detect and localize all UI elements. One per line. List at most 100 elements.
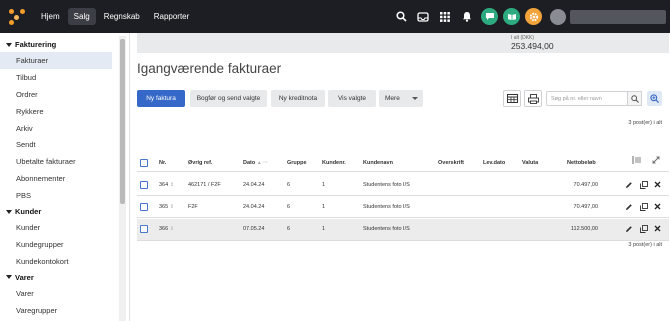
collapse-triangle-icon xyxy=(6,42,12,47)
sidebar-item-rykkere[interactable]: Rykkere xyxy=(0,103,112,120)
inbox-icon[interactable] xyxy=(415,9,431,25)
cell-dato: 07.05.24 xyxy=(243,226,265,232)
search-button[interactable] xyxy=(627,91,642,106)
collapse-triangle-icon xyxy=(6,209,12,214)
book-and-send-selected-button[interactable]: Bogfør og send valgte xyxy=(190,90,267,107)
sidebar-item-ubetalte-fakturaer[interactable]: Ubetalte fakturaer xyxy=(0,153,112,170)
sidebar-item-kundekontokort[interactable]: Kundekontokort xyxy=(0,253,112,270)
sidebar-section-varer[interactable]: Varer xyxy=(0,270,129,285)
new-invoice-button[interactable]: Ny faktura xyxy=(137,90,185,107)
sidebar-item-varegrupper[interactable]: Varegrupper xyxy=(0,302,112,319)
col-valuta[interactable]: Valuta xyxy=(522,160,538,166)
more-dropdown-button[interactable]: Mere xyxy=(379,90,423,107)
sort-asc-icon: ▲ ··· xyxy=(256,160,269,166)
copy-icon[interactable] xyxy=(639,224,648,233)
sidebar-scrollbar-thumb[interactable] xyxy=(120,39,125,204)
sidebar-item-abonnementer[interactable]: Abonnementer xyxy=(0,170,112,187)
sidebar-item-kundegrupper[interactable]: Kundegrupper xyxy=(0,236,112,253)
col-ovrig-ref[interactable]: Øvrig ref. xyxy=(188,160,212,166)
cell-ref: 462171 / F2F xyxy=(188,182,221,188)
cell-nettobelob: 70.497,00 xyxy=(573,182,598,188)
select-all-checkbox[interactable] xyxy=(140,159,148,167)
cell-kundenavn: Studentens foto I/S xyxy=(363,226,410,232)
table-row[interactable]: 364 ⇕ 462171 / F2F 24.04.24 6 1 Studente… xyxy=(137,175,669,195)
search-input[interactable]: Søg på nr. eller navn xyxy=(546,91,628,106)
row-checkbox[interactable] xyxy=(140,181,148,189)
avatar[interactable] xyxy=(550,8,566,25)
delete-icon[interactable] xyxy=(653,202,662,211)
bell-icon[interactable] xyxy=(459,9,475,25)
post-count-top: 3 post(er) i alt xyxy=(628,120,662,126)
main-nav: Hjem Salg Regnskab Rapporter xyxy=(35,8,195,25)
table-row[interactable]: 366 ⇕ 07.05.24 6 1 Studentens foto I/S 1… xyxy=(137,219,669,240)
edit-icon[interactable] xyxy=(624,224,633,233)
sidebar-section-fakturering[interactable]: Fakturering xyxy=(0,37,129,52)
sidebar-item-fakturaer[interactable]: Fakturaer xyxy=(0,52,112,69)
row-divider xyxy=(137,195,669,196)
nav-regnskab[interactable]: Regnskab xyxy=(98,8,146,25)
top-icon-group xyxy=(393,0,670,33)
main-content: I alt (DKK) 253.494,00 Igangværende fakt… xyxy=(130,33,670,321)
nav-salg[interactable]: Salg xyxy=(67,8,96,25)
user-name-redacted[interactable] xyxy=(570,9,666,24)
sidebar-item-ordrer[interactable]: Ordrer xyxy=(0,86,112,103)
gear-icon[interactable] xyxy=(525,8,542,25)
col-dato[interactable]: Dato ▲ ··· xyxy=(243,160,268,166)
cell-kundenavn: Studentens foto I/S xyxy=(363,182,410,188)
table-row[interactable]: 365 ⇕ F2F 24.04.24 6 1 Studentens foto I… xyxy=(137,197,669,217)
edit-icon[interactable] xyxy=(624,202,633,211)
row-checkbox[interactable] xyxy=(140,225,148,233)
new-credit-note-button[interactable]: Ny kreditnota xyxy=(271,90,325,107)
search-icon xyxy=(630,94,639,103)
cell-nettobelob: 112.500,00 xyxy=(570,226,598,232)
cell-dato: 24.04.24 xyxy=(243,204,265,210)
apps-grid-icon[interactable] xyxy=(437,9,453,25)
col-levdato[interactable]: Lev.dato xyxy=(483,160,505,166)
page-title: Igangværende fakturaer xyxy=(137,61,282,76)
sidebar-item-varer[interactable]: Varer xyxy=(0,285,112,302)
edit-icon[interactable] xyxy=(624,180,633,189)
col-overskrift[interactable]: Overskrift xyxy=(438,160,464,166)
more-label: Mere xyxy=(385,95,400,102)
delete-icon[interactable] xyxy=(653,224,662,233)
sidebar-item-sendt[interactable]: Sendt xyxy=(0,136,112,153)
chevron-down-icon xyxy=(411,97,418,100)
cell-ref: F2F xyxy=(188,204,198,210)
nav-rapporter[interactable]: Rapporter xyxy=(148,8,196,25)
row-checkbox[interactable] xyxy=(140,203,148,211)
delete-icon[interactable] xyxy=(653,180,662,189)
col-kundenavn[interactable]: Kundenavn xyxy=(363,160,393,166)
cell-kundenr: 1 xyxy=(322,226,326,232)
copy-icon[interactable] xyxy=(639,202,648,211)
cell-gruppe: 6 xyxy=(287,226,291,232)
copy-icon[interactable] xyxy=(639,180,648,189)
chat-icon[interactable] xyxy=(481,8,498,25)
sidebar-item-tilbud[interactable]: Tilbud xyxy=(0,69,112,86)
col-gruppe[interactable]: Gruppe xyxy=(287,160,307,166)
nav-hjem[interactable]: Hjem xyxy=(35,8,66,25)
table-icon xyxy=(506,94,518,103)
cell-kundenavn: Studentens foto I/S xyxy=(363,204,410,210)
sidebar-item-kunder[interactable]: Kunder xyxy=(0,219,112,236)
printer-icon xyxy=(527,93,539,104)
row-divider xyxy=(137,217,669,218)
add-zoom-button[interactable] xyxy=(647,91,662,106)
sidebar-section-kunder[interactable]: Kunder xyxy=(0,204,129,219)
col-nr[interactable]: Nr. xyxy=(159,160,166,166)
app-logo-icon[interactable] xyxy=(9,8,25,25)
cell-gruppe: 6 xyxy=(287,204,291,210)
col-kundenr[interactable]: Kundenr. xyxy=(322,160,346,166)
show-selected-button[interactable]: Vis valgte xyxy=(328,90,376,107)
cell-gruppe: 6 xyxy=(287,182,291,188)
search-icon[interactable] xyxy=(393,9,409,25)
col-nettobelob[interactable]: Nettobeløb xyxy=(567,160,596,166)
table-view-button[interactable] xyxy=(503,90,521,107)
book-icon[interactable] xyxy=(503,8,520,25)
sidebar-item-arkiv[interactable]: Arkiv xyxy=(0,120,112,137)
post-count-bottom: 3 post(er) i alt xyxy=(628,242,662,248)
cell-nr: 366 ⇕ xyxy=(159,226,174,232)
sidebar-item-pbs[interactable]: PBS xyxy=(0,187,112,204)
table-header: Nr. Øvrig ref. Dato ▲ ··· Gruppe Kundenr… xyxy=(137,159,669,171)
print-button[interactable] xyxy=(524,90,542,107)
top-navigation-bar: Hjem Salg Regnskab Rapporter xyxy=(0,0,670,33)
